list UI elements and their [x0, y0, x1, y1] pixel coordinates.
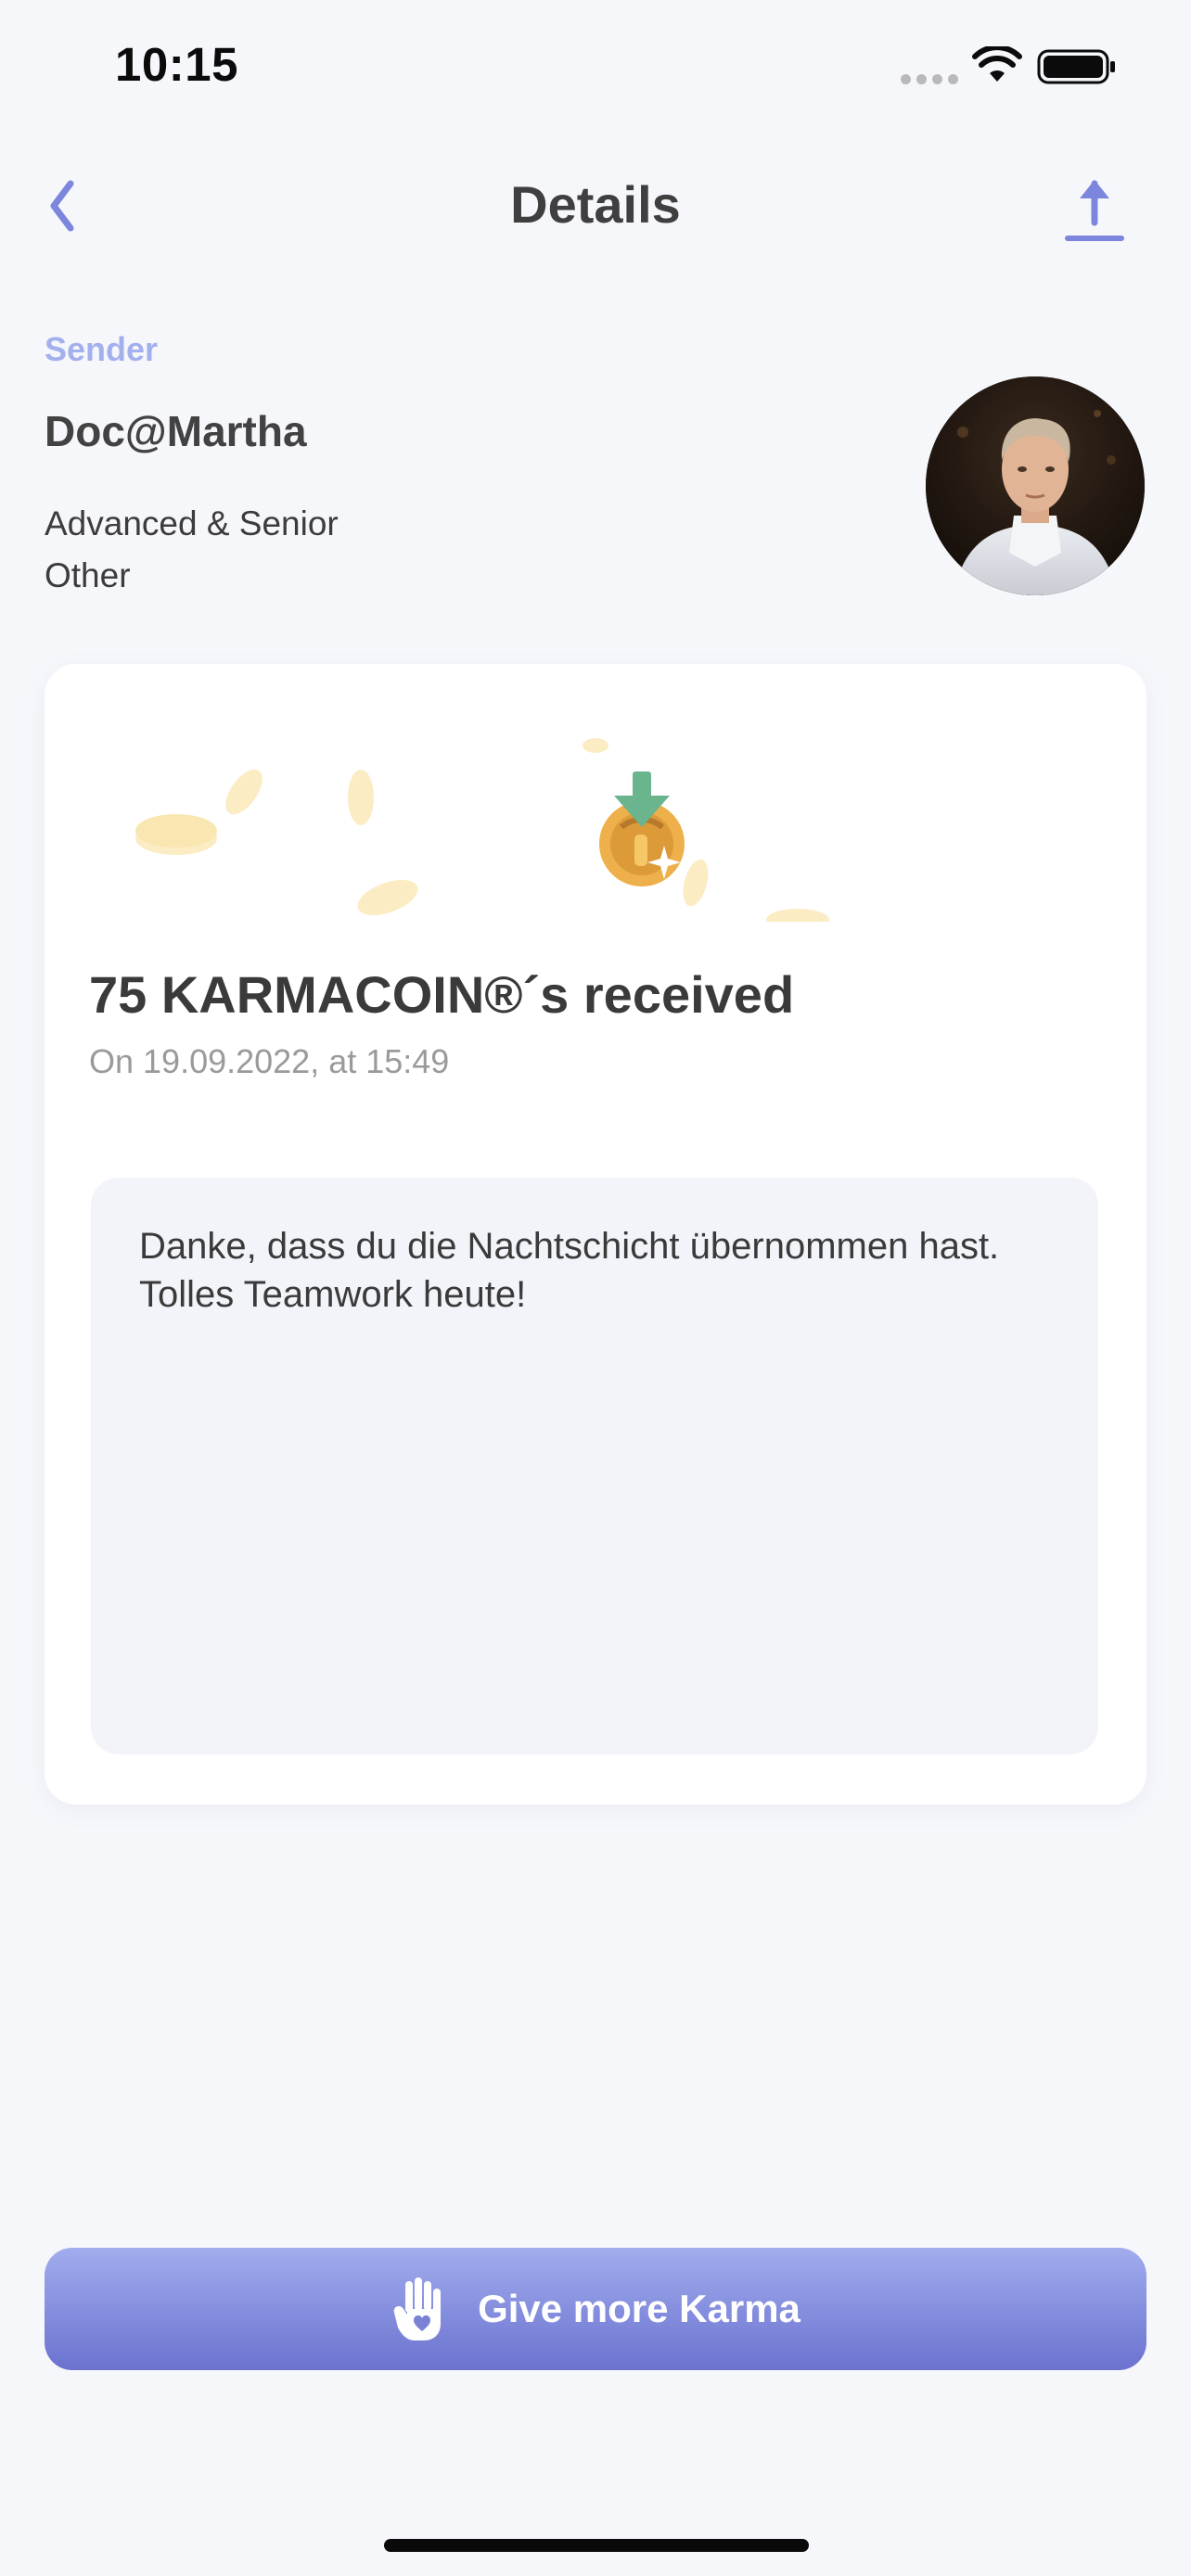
navigation-header: Details [0, 158, 1191, 260]
battery-icon [1037, 49, 1115, 84]
transaction-date: On 19.09.2022, at 15:49 [89, 1042, 450, 1080]
upload-share-icon [1065, 180, 1124, 241]
karmacoin-received-illustration [135, 738, 829, 922]
give-more-karma-button[interactable]: Give more Karma [45, 2248, 1146, 2370]
hand-heart-icon [393, 2277, 442, 2340]
home-indicator[interactable] [384, 2539, 809, 2552]
message-box: Danke, dass du die Nachtschicht übernomm… [91, 1178, 1098, 1754]
status-time: 10:15 [115, 38, 238, 91]
page-title: Details [510, 175, 681, 234]
sender-label: Sender [45, 330, 159, 368]
cellular-signal-icon [901, 74, 958, 85]
wifi-icon [972, 46, 1022, 82]
share-button[interactable] [1057, 169, 1132, 252]
message-text: Danke, dass du die Nachtschicht übernomm… [139, 1226, 1000, 1315]
sender-department: Other [45, 556, 131, 594]
status-bar: 10:15 [0, 0, 1191, 130]
sender-role: Advanced & Senior [45, 504, 339, 542]
sender-avatar [926, 376, 1145, 595]
amount-received-title: 75 KARMACOIN®´s received [89, 965, 795, 1024]
transaction-card: 75 KARMACOIN®´s received On 19.09.2022, … [45, 664, 1146, 1804]
give-more-karma-label: Give more Karma [478, 2287, 800, 2330]
details-screen: 10:15 Details Sender Doc@Martha Advanced… [0, 0, 1191, 2576]
sender-name: Doc@Martha [45, 407, 307, 455]
